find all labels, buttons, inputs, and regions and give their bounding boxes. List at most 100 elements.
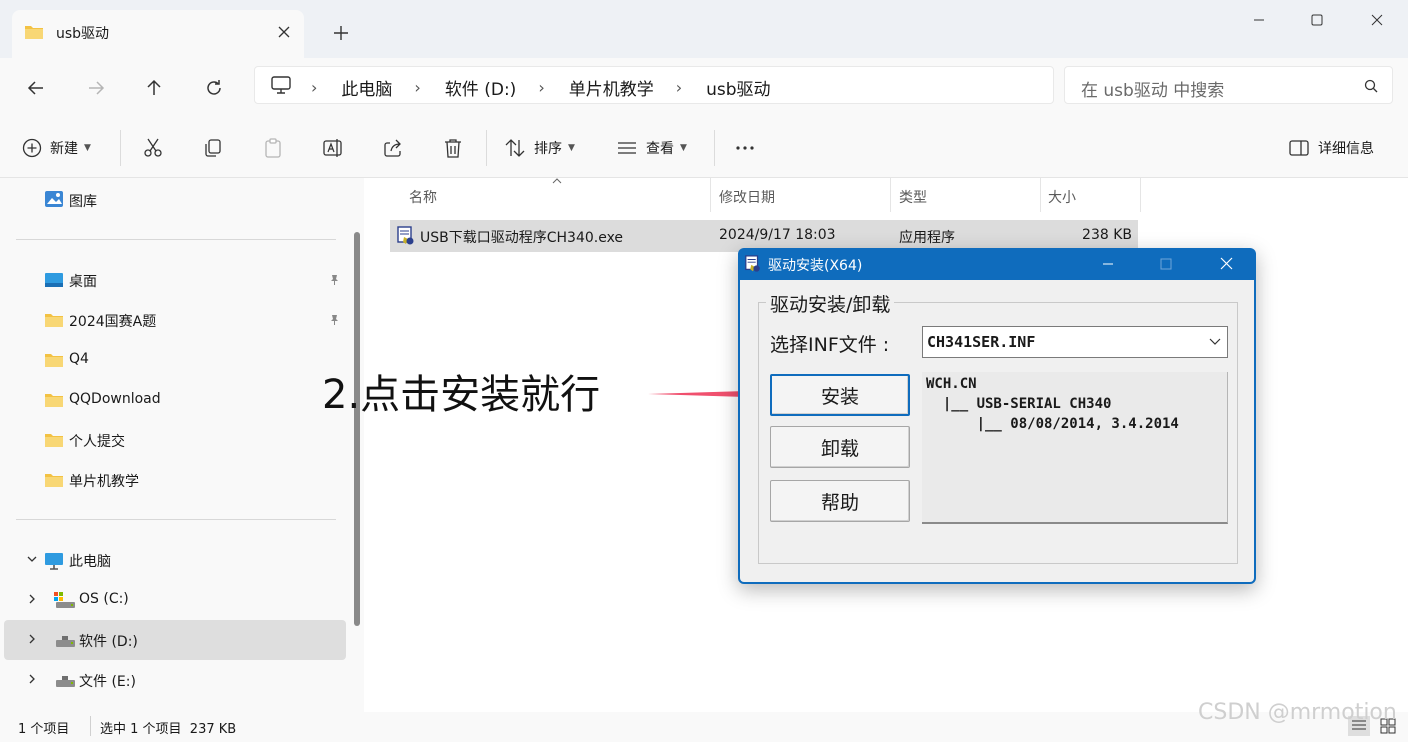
info-line: WCH.CN [926, 376, 977, 392]
view-button[interactable]: 查看 ▼ [616, 118, 687, 178]
address-row: › 此电脑 › 软件 (D:) › 单片机教学 › usb驱动 在 usb驱动 … [0, 58, 1408, 118]
column-header-name[interactable]: 名称 [409, 178, 437, 214]
sidebar-item-label: 图库 [69, 194, 97, 210]
chevron-right-icon[interactable] [26, 593, 38, 605]
dialog-minimize-button[interactable] [1102, 258, 1114, 270]
pin-icon[interactable] [328, 274, 340, 286]
close-window-button[interactable] [1354, 8, 1400, 32]
forward-button[interactable] [80, 72, 112, 104]
tab-close-icon[interactable] [276, 24, 292, 40]
chevron-right-icon: › [538, 78, 545, 97]
column-header-type[interactable]: 类型 [899, 178, 927, 214]
uninstall-button[interactable]: 卸载 [770, 426, 910, 468]
dialog-close-button[interactable] [1220, 257, 1233, 270]
column-divider[interactable] [1040, 178, 1041, 212]
install-button[interactable]: 安装 [770, 374, 910, 416]
pin-icon[interactable] [328, 314, 340, 326]
column-header-modified[interactable]: 修改日期 [719, 178, 775, 214]
sort-button[interactable]: 排序 ▼ [504, 118, 575, 178]
chevron-right-icon[interactable] [26, 633, 38, 645]
delete-button[interactable] [442, 118, 464, 178]
gallery-icon [44, 190, 64, 208]
folder-icon [44, 352, 64, 368]
sidebar-item-drive-c[interactable]: OS (C:) [4, 580, 346, 620]
paste-button[interactable] [262, 118, 284, 178]
search-input[interactable]: 在 usb驱动 中搜索 [1064, 66, 1393, 104]
more-options-button[interactable] [734, 118, 756, 178]
sidebar-item-qqdownload[interactable]: QQDownload [4, 380, 346, 420]
cut-button[interactable] [142, 118, 164, 178]
sidebar-item-2024-contest[interactable]: 2024国赛A题 [4, 300, 346, 340]
sidebar-item-label: 单片机教学 [69, 474, 139, 490]
up-button[interactable] [138, 72, 170, 104]
rename-button[interactable] [322, 118, 344, 178]
breadcrumb-drive-d[interactable]: 软件 (D:) [445, 75, 517, 100]
inf-file-select[interactable]: CH341SER.INF [922, 326, 1228, 358]
desktop-icon [44, 272, 64, 288]
folder-icon [44, 392, 64, 408]
column-divider[interactable] [1140, 178, 1141, 212]
selection-info: 选中 1 个项目 237 KB [100, 722, 237, 737]
chevron-down-icon: ▼ [568, 143, 575, 153]
sidebar-item-label: 此电脑 [69, 554, 111, 570]
refresh-button[interactable] [198, 72, 230, 104]
sidebar-item-label: 2024国赛A题 [69, 314, 157, 330]
annotation-text: 2.点击安装就行 [322, 372, 601, 418]
search-placeholder: 在 usb驱动 中搜索 [1081, 81, 1225, 101]
maximize-button[interactable] [1294, 8, 1340, 32]
help-button[interactable]: 帮助 [770, 480, 910, 522]
sidebar-item-drive-e[interactable]: 文件 (E:) [4, 660, 346, 700]
breadcrumb: › 此电脑 › 软件 (D:) › 单片机教学 › usb驱动 [311, 75, 793, 100]
toolbar-divider [486, 130, 487, 166]
chevron-down-icon: ▼ [680, 143, 687, 153]
inf-file-label: 选择INF文件 : [770, 334, 890, 356]
sidebar-item-mcu-teaching[interactable]: 单片机教学 [4, 460, 346, 500]
chevron-right-icon: › [414, 78, 421, 97]
sidebar-item-gallery[interactable]: 图库 [4, 180, 346, 220]
breadcrumb-this-pc[interactable]: 此电脑 [341, 75, 392, 100]
sidebar-item-q4[interactable]: Q4 [4, 340, 346, 380]
share-icon [382, 137, 404, 159]
column-header-size[interactable]: 大小 [1048, 178, 1076, 214]
sidebar-scrollbar[interactable] [354, 232, 360, 626]
sidebar-item-label: 软件 (D:) [79, 634, 138, 650]
column-divider[interactable] [890, 178, 891, 212]
sidebar-item-this-pc[interactable]: 此电脑 [4, 540, 346, 580]
sidebar-item-drive-d[interactable]: 软件 (D:) [4, 620, 346, 660]
breadcrumb-usb-driver[interactable]: usb驱动 [706, 75, 770, 100]
chevron-right-icon: › [311, 78, 318, 97]
column-divider[interactable] [710, 178, 711, 212]
computer-icon [271, 76, 291, 94]
driver-info-panel: WCH.CN |__ USB-SERIAL CH340 |__ 08/08/20… [922, 372, 1228, 524]
chevron-right-icon[interactable] [26, 673, 38, 685]
details-pane-button[interactable]: 详细信息 [1288, 118, 1374, 178]
details-pane-icon [1288, 137, 1310, 159]
new-button[interactable]: 新建 ▼ [22, 118, 91, 178]
command-bar: 新建 ▼ 排序 ▼ 查看 ▼ 详细信息 [0, 118, 1408, 178]
group-title: 驱动安装/卸载 [766, 290, 895, 317]
sidebar-item-desktop[interactable]: 桌面 [4, 260, 346, 300]
address-bar[interactable]: › 此电脑 › 软件 (D:) › 单片机教学 › usb驱动 [254, 66, 1054, 104]
breadcrumb-mcu-teaching[interactable]: 单片机教学 [569, 75, 654, 100]
file-size: 238 KB [1082, 227, 1132, 243]
chevron-down-icon [1209, 336, 1221, 346]
chevron-down-icon[interactable] [26, 553, 38, 565]
drive-icon [54, 632, 76, 650]
minimize-button[interactable] [1236, 8, 1282, 32]
dialog-title-bar[interactable]: 驱动安装(X64) [738, 248, 1256, 280]
sidebar-item-label: 个人提交 [69, 434, 125, 450]
dialog-title: 驱动安装(X64) [768, 258, 863, 274]
sort-label: 排序 [534, 141, 562, 157]
new-tab-button[interactable] [328, 20, 354, 46]
file-name: USB下载口驱动程序CH340.exe [420, 230, 624, 246]
exe-setup-icon [396, 226, 416, 246]
inf-file-value: CH341SER.INF [927, 333, 1036, 351]
share-button[interactable] [382, 118, 404, 178]
watermark: CSDN @mrmotion [1198, 700, 1397, 725]
tab-usb-driver[interactable]: usb驱动 [12, 10, 304, 58]
clipboard-icon [262, 137, 284, 159]
copy-button[interactable] [202, 118, 224, 178]
sidebar-item-label: QQDownload [69, 391, 161, 407]
back-button[interactable] [20, 72, 52, 104]
sidebar-item-personal-submit[interactable]: 个人提交 [4, 420, 346, 460]
